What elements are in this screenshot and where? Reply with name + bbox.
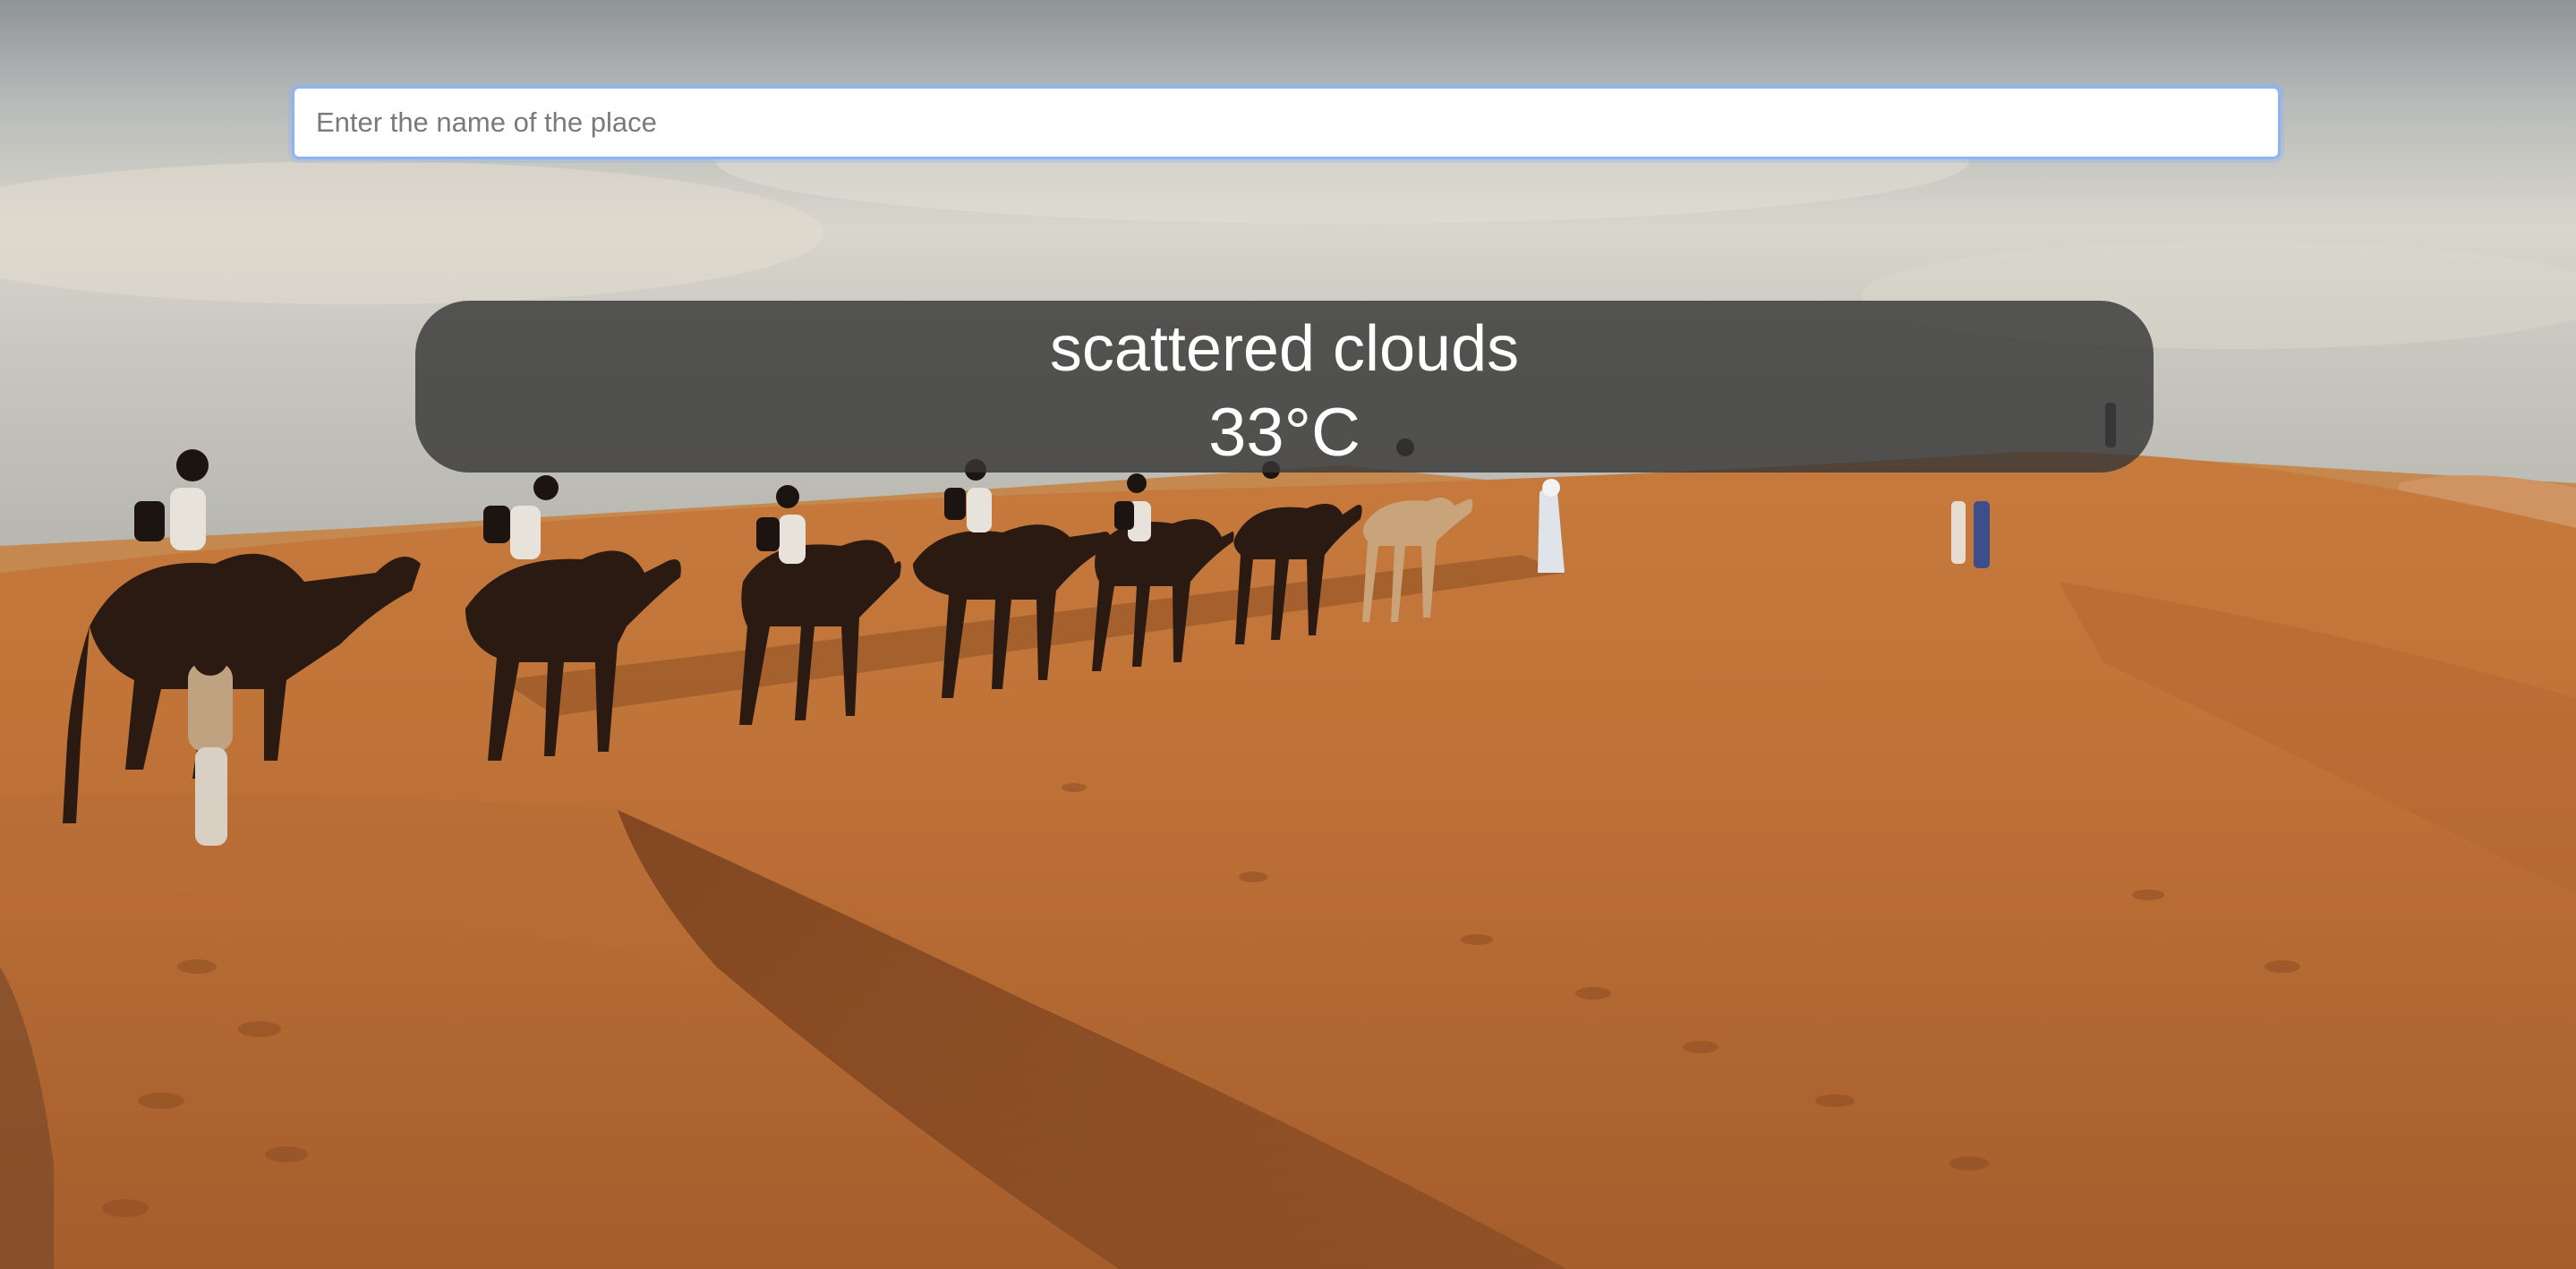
- place-search-input[interactable]: [292, 86, 2281, 159]
- place-search-container: [292, 86, 2281, 159]
- weather-card: scattered clouds 33°C: [415, 301, 2154, 473]
- background-desert-photo: [0, 0, 2576, 1269]
- weather-description: scattered clouds: [1049, 313, 1520, 385]
- weather-temperature: 33°C: [1208, 395, 1361, 471]
